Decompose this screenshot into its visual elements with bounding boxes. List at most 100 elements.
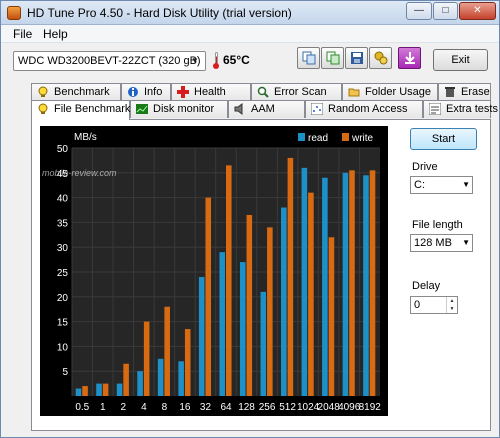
spinner-arrows-icon[interactable]: ▲ ▼ bbox=[446, 297, 457, 313]
benchmark-icon bbox=[38, 86, 48, 97]
delay-spinner[interactable]: 0 ▲ ▼ bbox=[410, 296, 458, 314]
bar-read bbox=[75, 388, 82, 396]
y-tick-label: 50 bbox=[57, 144, 69, 155]
x-tick-label: 1024 bbox=[297, 402, 320, 413]
exit-button[interactable]: Exit bbox=[433, 49, 488, 71]
tab-info[interactable]: Info bbox=[121, 83, 171, 101]
y-tick-label: 5 bbox=[62, 367, 68, 378]
bar-write bbox=[328, 237, 335, 396]
x-tick-label: 8192 bbox=[359, 402, 382, 413]
file-benchmark-icon bbox=[38, 103, 48, 114]
bar-read bbox=[239, 262, 246, 396]
app-icon bbox=[7, 6, 21, 20]
bar-write bbox=[102, 383, 109, 396]
download-button[interactable] bbox=[398, 47, 421, 69]
x-tick-label: 512 bbox=[279, 402, 296, 413]
drive-combo-value: C: bbox=[414, 179, 425, 191]
title-bar[interactable]: HD Tune Pro 4.50 - Hard Disk Utility (tr… bbox=[1, 1, 499, 25]
bar-write bbox=[308, 192, 314, 396]
options-icon bbox=[374, 51, 388, 65]
options-button[interactable] bbox=[369, 47, 392, 69]
menu-bar: File Help bbox=[1, 25, 499, 43]
x-tick-label: 2 bbox=[121, 402, 127, 413]
x-tick-label: 0.5 bbox=[75, 402, 89, 413]
bar-write bbox=[246, 214, 253, 396]
drive-combo[interactable]: C: ▼ bbox=[410, 176, 473, 194]
bar-read bbox=[116, 383, 123, 396]
random-access-icon bbox=[311, 103, 323, 115]
speaker-icon bbox=[234, 103, 243, 115]
bar-write bbox=[184, 329, 191, 396]
tab-aam[interactable]: AAM bbox=[228, 100, 305, 118]
erase-icon bbox=[445, 87, 455, 97]
menu-help[interactable]: Help bbox=[43, 27, 68, 41]
minimize-button[interactable]: — bbox=[406, 2, 432, 20]
bar-read bbox=[96, 383, 102, 396]
bar-read bbox=[342, 172, 349, 396]
error-scan-icon bbox=[257, 86, 269, 98]
copy-button[interactable] bbox=[297, 47, 320, 69]
info-icon bbox=[128, 87, 138, 97]
benchmark-chart: 5 10 15 20 25 30 35 40 45 50 MB/s 0.5 1 2 4 8 16 32 64 128 2… bbox=[40, 126, 388, 416]
drive-label: Drive bbox=[412, 161, 438, 173]
window-title: HD Tune Pro 4.50 - Hard Disk Utility (tr… bbox=[27, 6, 292, 20]
drive-select[interactable]: WDC WD3200BEVT-22ZCT (320 gB) ▼ bbox=[13, 51, 206, 71]
x-tick-label: 4 bbox=[141, 402, 147, 413]
bar-write bbox=[226, 165, 232, 396]
bar-read bbox=[363, 175, 369, 396]
bar-read bbox=[198, 276, 205, 396]
bar-read bbox=[260, 291, 267, 396]
copy-all-button[interactable] bbox=[321, 47, 344, 69]
tab-benchmark[interactable]: Benchmark bbox=[31, 83, 121, 101]
y-tick-label: 10 bbox=[57, 342, 69, 353]
toolbar: WDC WD3200BEVT-22ZCT (320 gB) ▼ 65°C Exi… bbox=[1, 43, 499, 83]
save-button[interactable] bbox=[345, 47, 368, 69]
close-button[interactable]: ✕ bbox=[459, 2, 496, 20]
drive-select-value: WDC WD3200BEVT-22ZCT (320 gB) bbox=[18, 55, 201, 67]
tab-random-access[interactable]: Random Access bbox=[305, 100, 423, 118]
bar-read bbox=[157, 358, 164, 396]
file-length-label: File length bbox=[412, 219, 463, 231]
tab-error-scan[interactable]: Error Scan bbox=[251, 83, 342, 101]
bar-write bbox=[267, 227, 273, 396]
watermark-text: mobile-review.com bbox=[42, 168, 117, 178]
tab-erase[interactable]: Erase bbox=[438, 83, 491, 101]
y-tick-label: 40 bbox=[57, 194, 69, 205]
benchmark-chart-svg: 5101520253035404550MB/s0.5 1 2 4 8 16 32 64 128 2… bbox=[42, 132, 382, 413]
delay-label: Delay bbox=[412, 280, 441, 292]
tab-label: Extra tests bbox=[446, 103, 498, 115]
health-icon bbox=[177, 86, 189, 98]
extra-tests-icon bbox=[429, 103, 441, 115]
folder-icon bbox=[348, 88, 360, 97]
tab-file-benchmark[interactable]: File Benchmark bbox=[31, 100, 130, 120]
bar-write bbox=[82, 386, 88, 396]
file-length-combo[interactable]: 128 MB ▼ bbox=[410, 234, 473, 252]
legend-label-write: write bbox=[351, 133, 374, 144]
tab-disk-monitor[interactable]: Disk monitor bbox=[130, 100, 228, 118]
start-button[interactable]: Start bbox=[410, 128, 477, 150]
tab-health[interactable]: Health bbox=[171, 83, 251, 101]
y-axis-label: MB/s bbox=[74, 132, 97, 143]
tab-folder-usage[interactable]: Folder Usage bbox=[342, 83, 438, 101]
bar-write bbox=[369, 170, 376, 396]
chevron-down-icon: ▼ bbox=[191, 56, 199, 65]
tab-extra-tests[interactable]: Extra tests bbox=[423, 100, 498, 118]
bar-read bbox=[178, 361, 184, 396]
chevron-down-icon: ▼ bbox=[462, 180, 470, 189]
maximize-button[interactable]: □ bbox=[433, 2, 458, 20]
bar-read bbox=[137, 371, 143, 396]
x-tick-label: 128 bbox=[238, 402, 255, 413]
tab-label: Disk monitor bbox=[153, 103, 215, 115]
copy-all-icon bbox=[326, 51, 340, 65]
y-tick-label: 25 bbox=[57, 268, 69, 279]
x-tick-label: 1 bbox=[100, 402, 106, 413]
x-tick-label: 8 bbox=[162, 402, 168, 413]
tab-label: Erase bbox=[461, 86, 490, 98]
x-tick-label: 256 bbox=[259, 402, 276, 413]
bar-write bbox=[349, 170, 355, 396]
save-icon bbox=[351, 52, 363, 64]
menu-file[interactable]: File bbox=[13, 27, 32, 41]
bar-write bbox=[123, 363, 129, 396]
bar-write bbox=[287, 157, 294, 396]
delay-value: 0 bbox=[414, 299, 421, 311]
